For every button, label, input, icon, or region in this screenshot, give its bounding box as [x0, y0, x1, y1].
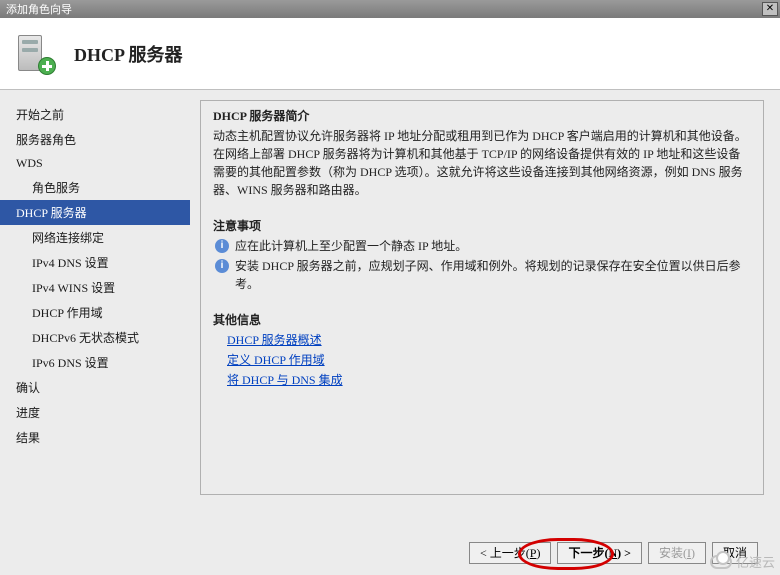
intro-title: DHCP 服务器简介 [213, 107, 751, 125]
note-item: i 安装 DHCP 服务器之前，应规划子网、作用域和例外。将规划的记录保存在安全… [213, 257, 751, 293]
prev-button[interactable]: < 上一步(P) [469, 542, 551, 564]
window-title: 添加角色向导 [6, 1, 72, 17]
sidebar-item-7[interactable]: IPv4 WINS 设置 [0, 275, 190, 300]
title-bar: 添加角色向导 ✕ [0, 0, 780, 18]
info-icon: i [215, 259, 229, 273]
note-text: 应在此计算机上至少配置一个静态 IP 地址。 [235, 237, 751, 255]
wizard-footer: < 上一步(P) 下一步(N) > 安装(I) 取消 [0, 530, 780, 575]
sidebar-item-8[interactable]: DHCP 作用域 [0, 300, 190, 325]
sidebar-item-13[interactable]: 结果 [0, 425, 190, 450]
sidebar-item-0[interactable]: 开始之前 [0, 102, 190, 127]
sidebar: 开始之前服务器角色WDS角色服务DHCP 服务器网络连接绑定IPv4 DNS 设… [0, 90, 190, 530]
other-info-title: 其他信息 [213, 311, 751, 329]
sidebar-item-9[interactable]: DHCPv6 无状态模式 [0, 325, 190, 350]
sidebar-item-2[interactable]: WDS [0, 152, 190, 175]
info-icon: i [215, 239, 229, 253]
sidebar-item-5[interactable]: 网络连接绑定 [0, 225, 190, 250]
wizard-header: DHCP 服务器 [0, 18, 780, 90]
cancel-button[interactable]: 取消 [712, 542, 758, 564]
next-button[interactable]: 下一步(N) > [557, 542, 642, 564]
note-text: 安装 DHCP 服务器之前，应规划子网、作用域和例外。将规划的记录保存在安全位置… [235, 257, 751, 293]
sidebar-item-11[interactable]: 确认 [0, 375, 190, 400]
page-title: DHCP 服务器 [74, 41, 183, 67]
server-add-icon [14, 33, 56, 75]
sidebar-item-12[interactable]: 进度 [0, 400, 190, 425]
wizard-body: 开始之前服务器角色WDS角色服务DHCP 服务器网络连接绑定IPv4 DNS 设… [0, 90, 780, 530]
install-button: 安装(I) [648, 542, 706, 564]
notes-title: 注意事项 [213, 217, 751, 235]
sidebar-item-4[interactable]: DHCP 服务器 [0, 200, 190, 225]
sidebar-item-6[interactable]: IPv4 DNS 设置 [0, 250, 190, 275]
content-area: DHCP 服务器简介 动态主机配置协议允许服务器将 IP 地址分配或租用到已作为… [190, 90, 780, 530]
link-dhcp-overview[interactable]: DHCP 服务器概述 [227, 331, 751, 349]
note-item: i 应在此计算机上至少配置一个静态 IP 地址。 [213, 237, 751, 255]
intro-body: 动态主机配置协议允许服务器将 IP 地址分配或租用到已作为 DHCP 客户端启用… [213, 127, 751, 199]
sidebar-item-1[interactable]: 服务器角色 [0, 127, 190, 152]
link-define-scope[interactable]: 定义 DHCP 作用域 [227, 351, 751, 369]
link-dhcp-dns-integrate[interactable]: 将 DHCP 与 DNS 集成 [227, 371, 751, 389]
sidebar-item-10[interactable]: IPv6 DNS 设置 [0, 350, 190, 375]
sidebar-item-3[interactable]: 角色服务 [0, 175, 190, 200]
content-box: DHCP 服务器简介 动态主机配置协议允许服务器将 IP 地址分配或租用到已作为… [200, 100, 764, 495]
close-button[interactable]: ✕ [762, 2, 778, 16]
